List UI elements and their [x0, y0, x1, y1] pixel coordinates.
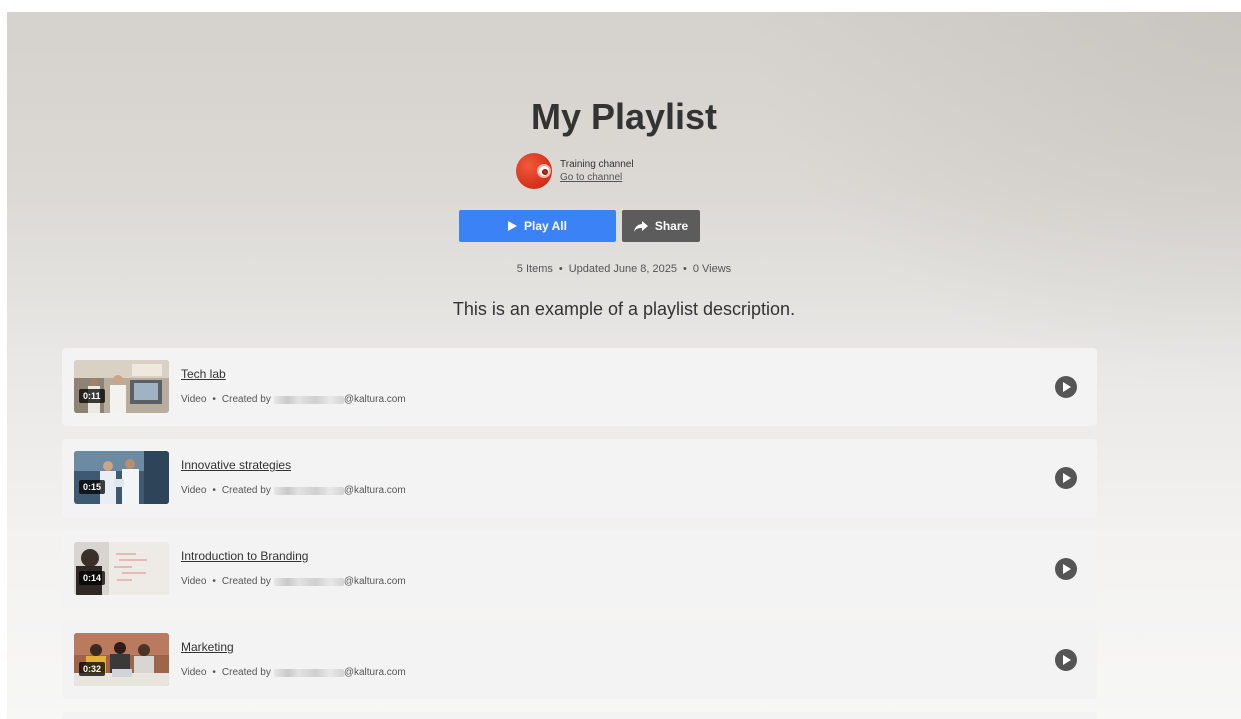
- play-circle-icon[interactable]: [1055, 558, 1077, 580]
- updated-date: Updated June 8, 2025: [568, 263, 677, 275]
- go-to-channel-link[interactable]: Go to channel: [560, 171, 634, 184]
- eye-icon: [537, 164, 551, 178]
- entry-title-link[interactable]: Tech lab: [181, 367, 226, 381]
- play-circle-icon[interactable]: [1055, 467, 1077, 489]
- view-count: 0 Views: [692, 263, 732, 275]
- email-suffix: @kaltura.com: [343, 576, 406, 587]
- channel-info: Training channel Go to channel: [516, 153, 634, 189]
- redacted-email: [273, 668, 344, 677]
- duration-badge: 0:14: [79, 571, 106, 585]
- marketing-thumbnail-image: [74, 633, 169, 686]
- duration-badge: 0:15: [79, 480, 106, 494]
- video-thumbnail[interactable]: 0:32: [74, 633, 169, 686]
- separator-dot: •: [212, 667, 216, 678]
- share-label: Share: [654, 219, 689, 233]
- list-item[interactable]: 0:15 Innovative strategies Video • Creat…: [62, 439, 1097, 517]
- created-by-label: Created by: [221, 667, 271, 678]
- entry-meta: Video • Created by @kaltura.com: [181, 394, 406, 405]
- created-by-label: Created by: [221, 576, 271, 587]
- entry-title-link[interactable]: Innovative strategies: [181, 458, 291, 472]
- tech-lab-thumbnail-image: [74, 360, 169, 413]
- entry-title-link[interactable]: Marketing: [181, 640, 234, 654]
- playlist-stats: 5 Items • Updated June 8, 2025 • 0 Views: [7, 263, 1241, 275]
- redacted-email: [273, 577, 344, 586]
- video-thumbnail[interactable]: 0:11: [74, 360, 169, 413]
- channel-name: Training channel: [560, 159, 634, 170]
- list-item[interactable]: 0:32 Marketing Video • Created by @kaltu…: [62, 621, 1097, 699]
- duration-badge: 0:11: [79, 389, 105, 403]
- created-by-label: Created by: [221, 485, 271, 496]
- entry-meta: Video • Created by @kaltura.com: [181, 576, 406, 587]
- separator-dot: •: [212, 576, 216, 587]
- entry-type: Video: [181, 485, 207, 496]
- playlist-description: This is an example of a playlist descrip…: [452, 299, 796, 319]
- item-count: 5 Items: [516, 263, 553, 275]
- innovative-strategies-thumbnail-image: [74, 451, 169, 504]
- share-button[interactable]: Share: [622, 210, 700, 242]
- entry-type: Video: [181, 394, 207, 405]
- play-circle-icon[interactable]: [1055, 376, 1077, 398]
- play-icon: [508, 221, 518, 231]
- video-thumbnail[interactable]: 0:15: [74, 451, 169, 504]
- redacted-email: [273, 395, 344, 404]
- list-item[interactable]: [62, 712, 1097, 719]
- playlist-title: My Playlist: [530, 96, 718, 137]
- list-item[interactable]: 0:11 Tech lab Video • Created by @kaltur…: [62, 348, 1097, 426]
- list-item[interactable]: 0:14 Introduction to Branding Video • Cr…: [62, 530, 1097, 608]
- separator-dot: •: [558, 263, 563, 275]
- playlist-entries: 0:11 Tech lab Video • Created by @kaltur…: [62, 348, 1097, 719]
- separator-dot: •: [683, 263, 687, 275]
- play-all-button[interactable]: Play All: [459, 210, 616, 242]
- email-suffix: @kaltura.com: [343, 485, 406, 496]
- play-all-label: Play All: [524, 219, 567, 233]
- channel-text: Training channel Go to channel: [560, 158, 634, 184]
- channel-avatar[interactable]: [516, 153, 552, 189]
- video-thumbnail[interactable]: 0:14: [74, 542, 169, 595]
- introduction-to-branding-thumbnail-image: [74, 542, 169, 595]
- entry-type: Video: [181, 576, 207, 587]
- duration-badge: 0:32: [79, 662, 106, 676]
- redacted-email: [273, 486, 344, 495]
- share-icon: [633, 220, 648, 232]
- entry-title-link[interactable]: Introduction to Branding: [181, 549, 308, 563]
- email-suffix: @kaltura.com: [343, 667, 406, 678]
- play-circle-icon[interactable]: [1055, 649, 1077, 671]
- separator-dot: •: [212, 394, 216, 405]
- email-suffix: @kaltura.com: [343, 394, 406, 405]
- entry-meta: Video • Created by @kaltura.com: [181, 667, 406, 678]
- entry-type: Video: [181, 667, 207, 678]
- entry-meta: Video • Created by @kaltura.com: [181, 485, 406, 496]
- page-background: My Playlist Training channel Go to chann…: [7, 12, 1241, 719]
- created-by-label: Created by: [221, 394, 271, 405]
- separator-dot: •: [212, 485, 216, 496]
